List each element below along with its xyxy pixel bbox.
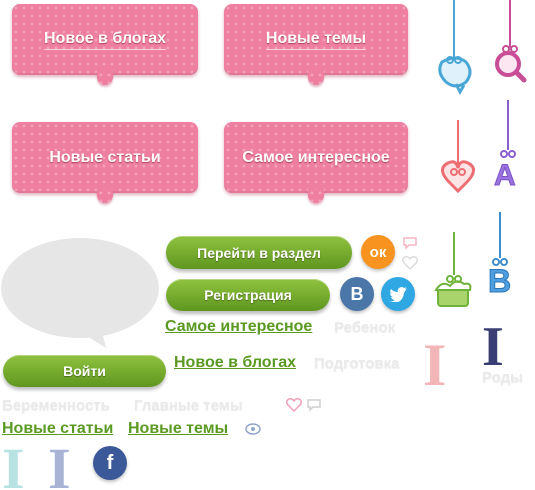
tab-new-in-blogs-label: Новое в блогах	[43, 30, 167, 50]
speech-bubble	[1, 238, 159, 348]
magnifier-icon	[495, 45, 527, 83]
tab-new-articles[interactable]: Новые статьи	[12, 122, 198, 203]
link-new-in-blogs[interactable]: Новое в блогах	[174, 354, 296, 372]
comment-outline-icon	[403, 237, 417, 250]
search-chat-icon	[438, 56, 472, 96]
registration-button[interactable]: Регистрация	[166, 279, 330, 311]
heart-icon	[441, 160, 475, 194]
tab-new-in-blogs[interactable]: Новое в блогах	[12, 4, 198, 85]
link-hot-topics[interactable]: Главные темы	[134, 397, 243, 414]
heart-outline-icon	[402, 256, 418, 270]
hanging-ornaments: A B I I	[423, 0, 527, 395]
login-button[interactable]: Войти	[3, 355, 166, 387]
go-to-section-label: Перейти в раздел	[197, 244, 321, 261]
cake-icon	[434, 275, 472, 307]
twitter-button[interactable]	[381, 277, 415, 311]
comment-outline-icon-grey	[307, 399, 321, 412]
link-new-topics[interactable]: Новые темы	[128, 420, 228, 438]
tab-most-interesting[interactable]: Самое интересное	[224, 122, 408, 203]
eye-icon	[245, 423, 261, 435]
vkontakte-icon: B	[350, 283, 364, 304]
registration-label: Регистрация	[204, 287, 292, 303]
odnoklassniki-button[interactable]: ок	[361, 235, 395, 269]
link-pregnancy[interactable]: Беременность	[2, 397, 110, 414]
serif-i-glyphs: I I	[2, 440, 71, 490]
tab-most-interesting-label: Самое интересное	[242, 148, 390, 166]
pink-i-glyph: I	[423, 332, 446, 395]
vkontakte-button[interactable]: B	[340, 277, 374, 311]
login-label: Войти	[63, 363, 106, 379]
link-child[interactable]: Ребенок	[334, 319, 395, 336]
facebook-button[interactable]: f	[93, 446, 127, 480]
link-preparation[interactable]: Подготовка	[314, 355, 400, 372]
svg-text:B: B	[488, 263, 511, 299]
svg-text:A: A	[494, 159, 516, 192]
odnoklassniki-icon: ок	[369, 243, 387, 261]
link-births[interactable]: Роды	[482, 369, 523, 386]
link-new-articles[interactable]: Новые статьи	[2, 420, 113, 438]
svg-text:I: I	[2, 440, 25, 490]
tab-new-topics[interactable]: Новые темы	[224, 4, 408, 85]
svg-text:I: I	[48, 440, 71, 490]
twitter-icon	[388, 287, 407, 302]
facebook-icon: f	[106, 451, 114, 474]
go-to-section-button[interactable]: Перейти в раздел	[166, 236, 352, 269]
tab-new-topics-label: Новые темы	[265, 30, 367, 50]
link-most-interesting[interactable]: Самое интересное	[165, 318, 312, 336]
tab-new-articles-label: Новые статьи	[49, 148, 161, 166]
heart-outline-icon-pink	[286, 398, 302, 412]
